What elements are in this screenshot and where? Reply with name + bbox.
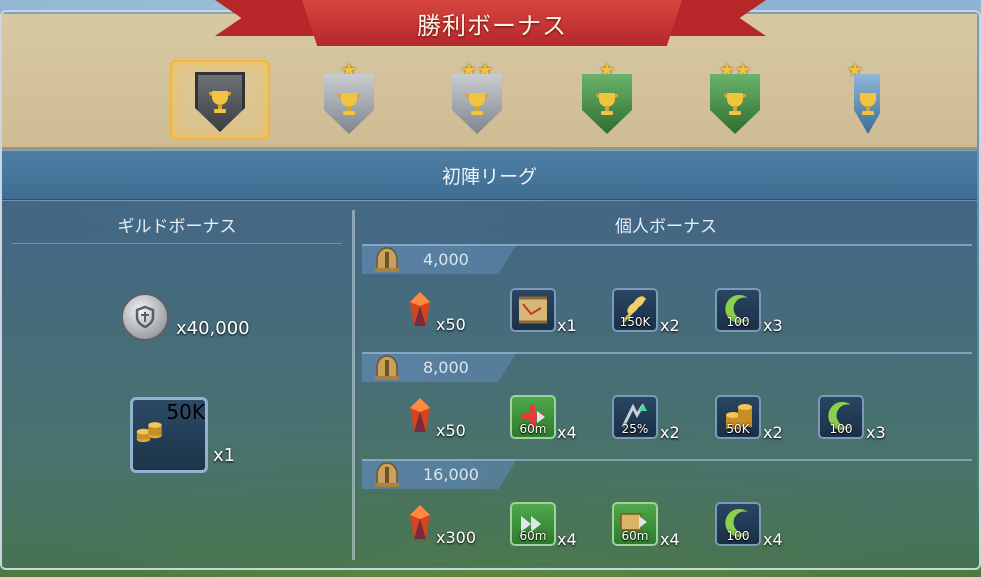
- item-label: 50K: [726, 422, 750, 436]
- item-label: 60m: [519, 422, 547, 436]
- gold-coins-icon: [136, 422, 162, 443]
- guild-bonus-title: ギルドボーナス: [117, 216, 237, 237]
- item-label: 60m: [519, 529, 547, 543]
- tier-divider: [362, 352, 972, 354]
- item-qty: x2: [660, 423, 680, 442]
- trophy-icon: [209, 91, 231, 113]
- item-label: 100: [726, 529, 750, 543]
- tier-3-points: 16,000: [423, 465, 479, 484]
- map-scroll-icon: [519, 296, 547, 324]
- item-qty: x2: [763, 423, 783, 442]
- rank-tab-1[interactable]: [170, 60, 270, 140]
- tier-divider: [362, 459, 972, 461]
- trophy-shield-icon: [324, 74, 374, 134]
- reward-item[interactable]: 150K: [612, 288, 658, 332]
- gem-qty: x300: [436, 528, 477, 547]
- reward-item[interactable]: 100: [715, 288, 761, 332]
- trophy-icon: [466, 93, 488, 115]
- league-name-bar: 初陣リーグ: [2, 150, 977, 200]
- trophy-shield-icon: [582, 74, 632, 134]
- reward-item[interactable]: 100: [715, 502, 761, 546]
- gold-amount-label: 50K: [166, 400, 205, 424]
- ruby-gem-icon[interactable]: [402, 396, 438, 436]
- rank-tab-3[interactable]: ★★: [437, 62, 517, 140]
- guild-coin-icon[interactable]: [121, 293, 169, 341]
- league-name: 初陣リーグ: [441, 165, 537, 188]
- helmet-icon: [370, 460, 404, 490]
- tier-divider: [362, 244, 972, 246]
- item-qty: x1: [557, 316, 577, 335]
- rank-tab-6[interactable]: ★: [830, 62, 880, 140]
- trophy-shield-icon: [452, 74, 502, 134]
- gem-qty: x50: [436, 421, 466, 440]
- trophy-shield-icon: [854, 74, 880, 134]
- trophy-icon: [596, 93, 618, 115]
- item-qty: x3: [763, 316, 783, 335]
- ruby-gem-icon[interactable]: [402, 503, 438, 543]
- guild-coin-qty: x40,000: [176, 318, 250, 339]
- item-label: 60m: [621, 529, 649, 543]
- guild-gold-qty: x1: [213, 445, 236, 466]
- reward-item[interactable]: 60m: [510, 395, 556, 439]
- trophy-icon: [338, 93, 360, 115]
- reward-item[interactable]: 50K: [715, 395, 761, 439]
- rank-tab-4[interactable]: ★: [567, 62, 647, 140]
- item-label: 100: [829, 422, 853, 436]
- trophy-icon: [724, 93, 746, 115]
- shield-emblem-icon: [135, 305, 155, 329]
- item-qty: x4: [557, 423, 577, 442]
- reward-item[interactable]: 60m: [510, 502, 556, 546]
- personal-bonus-title: 個人ボーナス: [615, 216, 717, 237]
- rank-tab-5[interactable]: ★★: [695, 62, 775, 140]
- reward-item[interactable]: 100: [818, 395, 864, 439]
- item-label: 25%: [621, 422, 649, 436]
- item-qty: x4: [660, 530, 680, 549]
- trophy-shield-icon: [195, 72, 245, 132]
- item-label: 150K: [619, 315, 651, 329]
- guild-gold-item[interactable]: 50K: [130, 397, 208, 473]
- reward-item[interactable]: 25%: [612, 395, 658, 439]
- item-qty: x3: [866, 423, 886, 442]
- guild-title-rule: [12, 243, 342, 244]
- helmet-icon: [370, 353, 404, 383]
- tier-2-points: 8,000: [423, 358, 469, 377]
- column-divider: [352, 210, 355, 560]
- trophy-shield-icon: [710, 74, 760, 134]
- page-title: 勝利ボーナス: [302, 0, 682, 46]
- tier-1-points: 4,000: [423, 250, 469, 269]
- reward-item[interactable]: [510, 288, 556, 332]
- item-qty: x4: [557, 530, 577, 549]
- trophy-icon: [860, 93, 876, 115]
- item-label: 100: [726, 315, 750, 329]
- helmet-icon: [370, 245, 404, 275]
- item-qty: x2: [660, 316, 680, 335]
- item-qty: x4: [763, 530, 783, 549]
- rank-tab-2[interactable]: ★: [309, 62, 389, 140]
- gem-qty: x50: [436, 315, 466, 334]
- reward-item[interactable]: 60m: [612, 502, 658, 546]
- ruby-gem-icon[interactable]: [402, 290, 438, 330]
